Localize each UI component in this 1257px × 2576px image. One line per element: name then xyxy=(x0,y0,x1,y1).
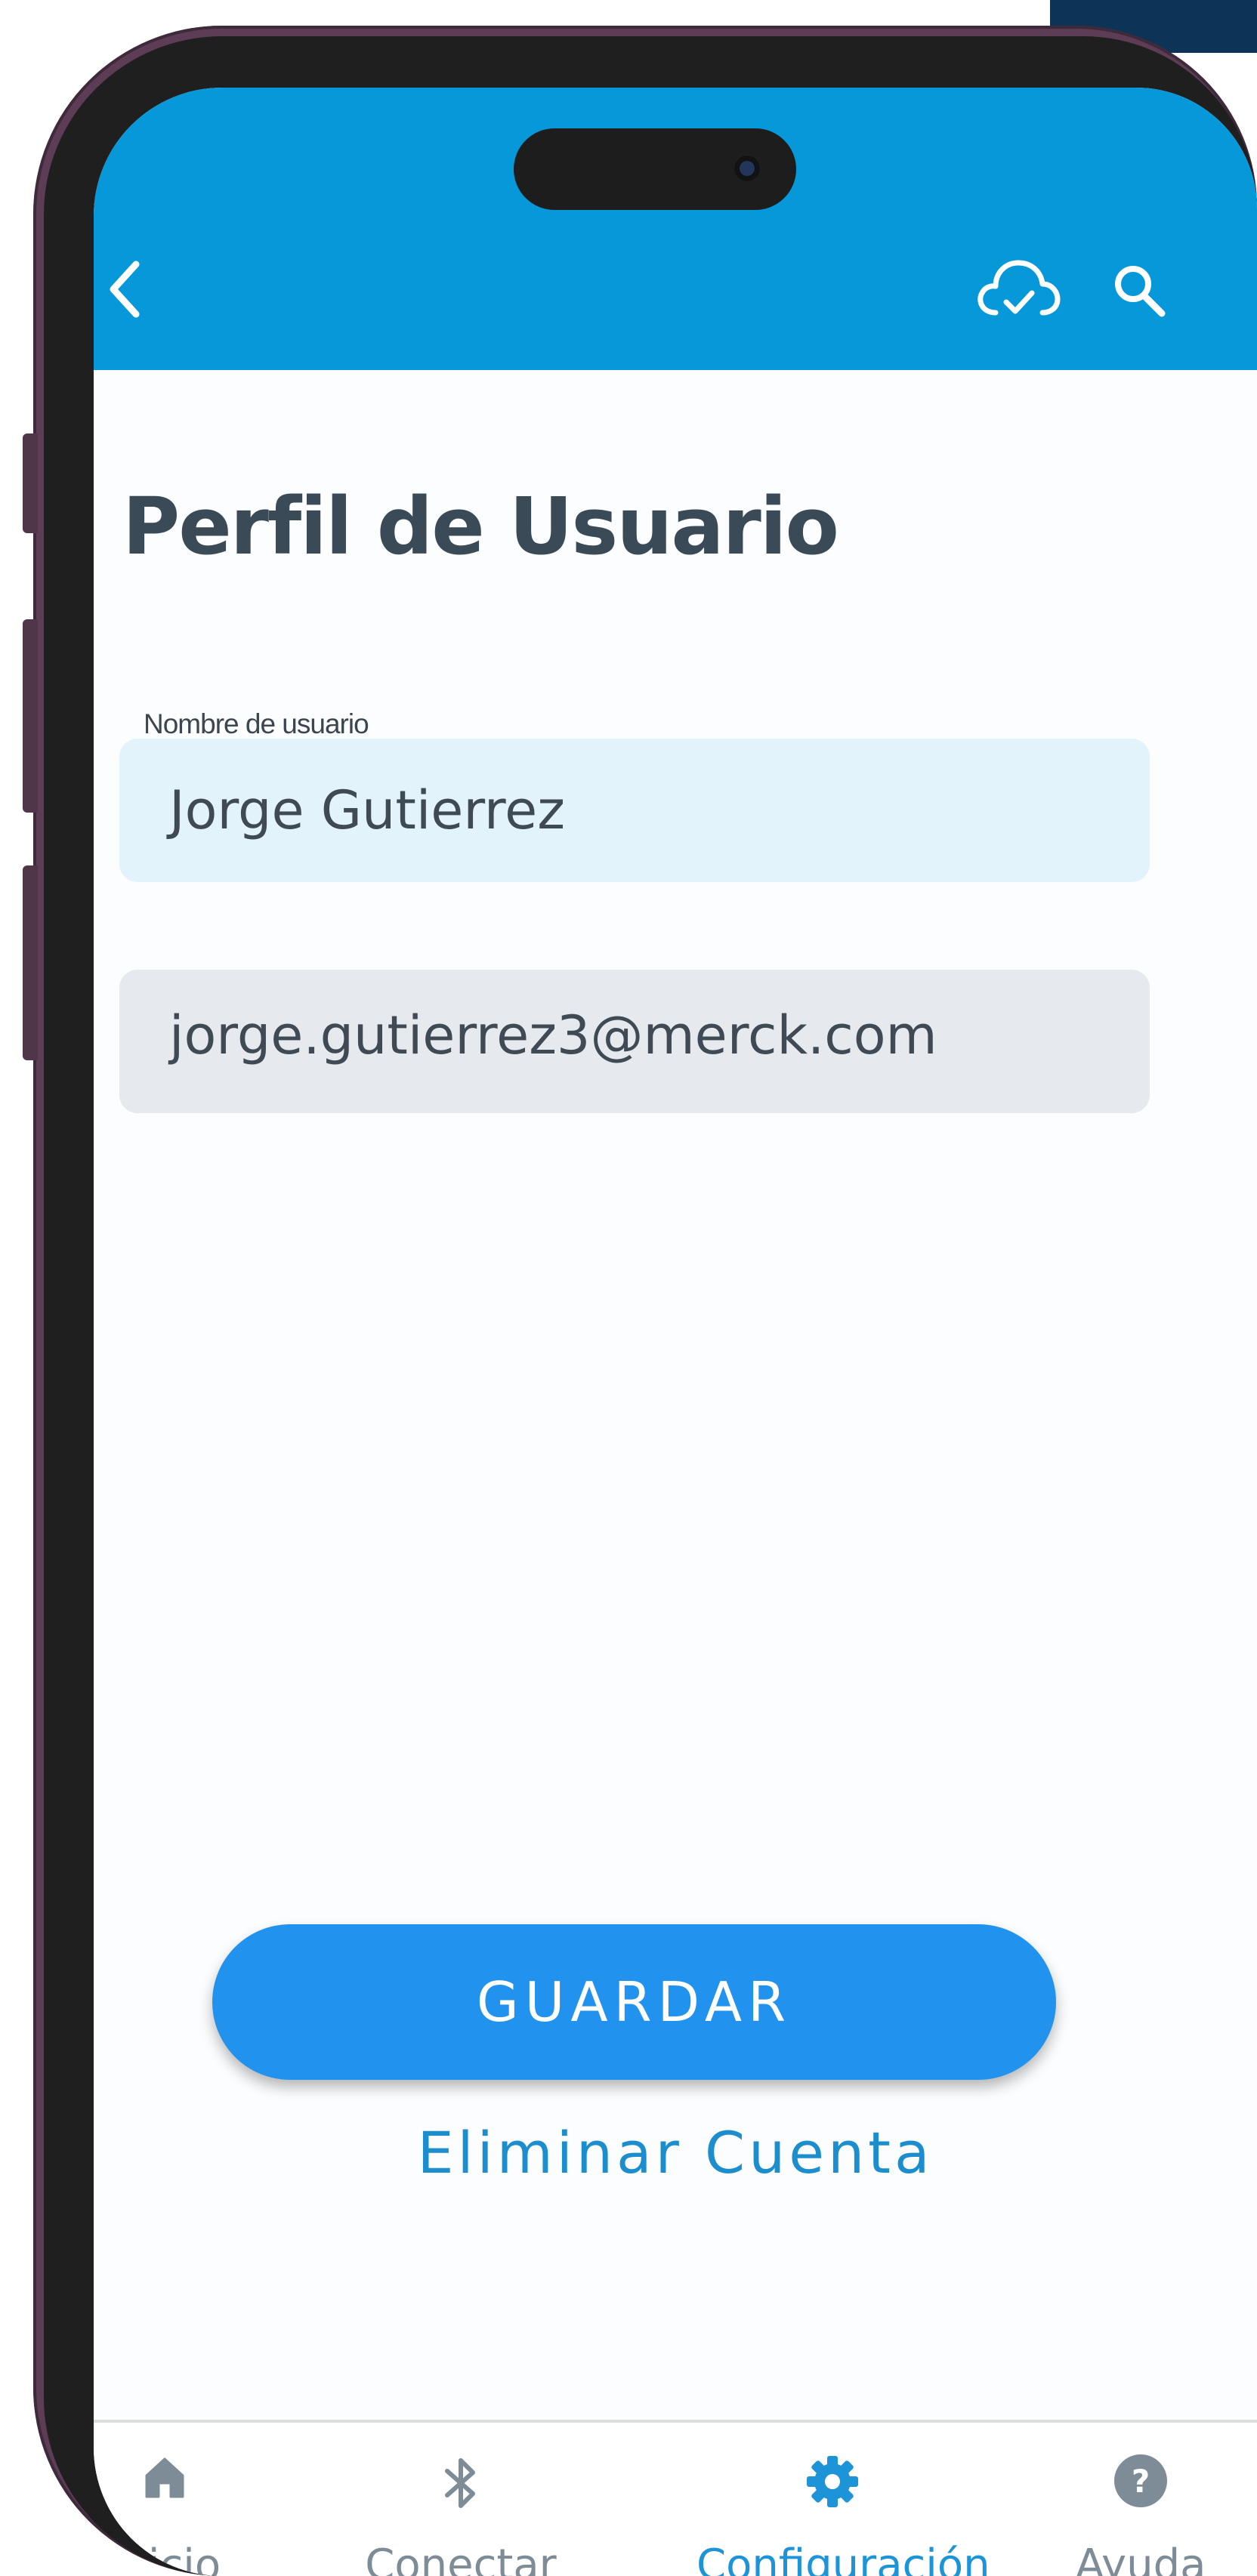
phone-side-button xyxy=(23,865,38,1060)
nav-label: Ayuda xyxy=(1075,2541,1206,2576)
nav-label-active: Configuración xyxy=(696,2541,990,2576)
bottom-nav: Inicio Conectar Configuración ? Ayuda xyxy=(94,2420,1257,2576)
nav-item-configuracion[interactable]: Configuración xyxy=(696,2423,990,2576)
dynamic-island xyxy=(514,128,796,210)
home-icon xyxy=(145,2457,184,2498)
save-button[interactable]: GUARDAR xyxy=(212,1924,1056,2080)
nav-label: Conectar xyxy=(365,2541,557,2576)
phone-side-button xyxy=(23,619,38,813)
nav-item-conectar[interactable]: Conectar xyxy=(340,2423,582,2576)
gear-icon xyxy=(807,2456,858,2507)
username-field[interactable]: Jorge Gutierrez xyxy=(119,739,1150,882)
app-screen: Perfil de Usuario Jorge Gutierrez Nombre… xyxy=(94,88,1257,2576)
username-label: Nombre de usuario xyxy=(144,708,369,739)
help-circle-icon: ? xyxy=(1114,2454,1167,2507)
nav-item-inicio[interactable]: Inicio xyxy=(94,2423,286,2576)
svg-text:?: ? xyxy=(1132,2463,1150,2500)
bluetooth-icon xyxy=(445,2458,475,2508)
chevron-left-icon[interactable] xyxy=(103,255,148,323)
email-value: jorge.gutierrez3@merck.com xyxy=(169,1004,937,1066)
app-header xyxy=(94,88,1257,370)
phone-side-button xyxy=(23,433,38,533)
camera-icon xyxy=(734,156,760,181)
cloud-check-icon[interactable] xyxy=(973,257,1062,320)
email-field: jorge.gutierrez3@merck.com xyxy=(119,970,1150,1113)
username-input[interactable]: Jorge Gutierrez xyxy=(169,779,565,841)
delete-account-link[interactable]: Eliminar Cuenta xyxy=(94,2119,1257,2186)
nav-label: Inicio xyxy=(108,2541,221,2576)
search-icon[interactable] xyxy=(1109,261,1171,322)
page-title: Perfil de Usuario xyxy=(122,480,839,572)
nav-item-ayuda[interactable]: ? Ayuda xyxy=(1020,2423,1257,2576)
